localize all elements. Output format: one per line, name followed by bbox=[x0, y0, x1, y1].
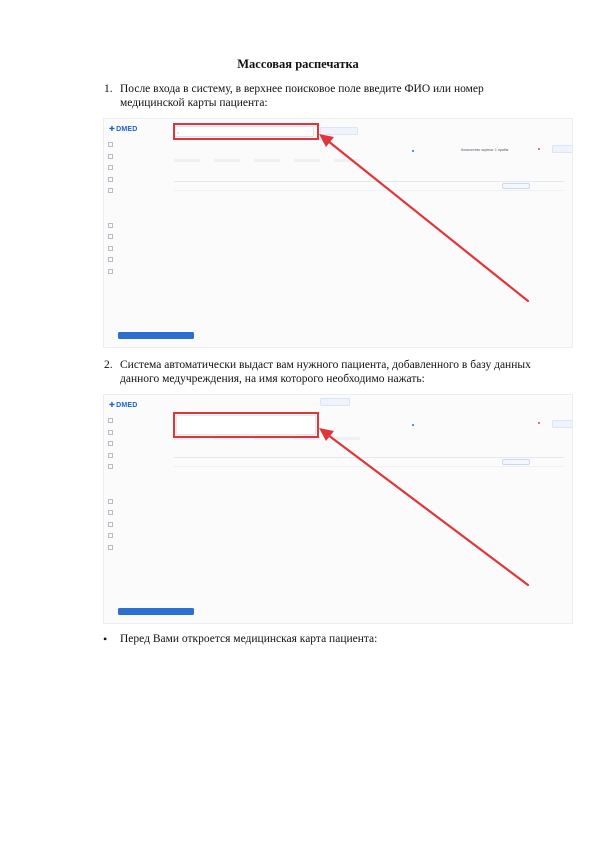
app-logo-text: DMED bbox=[116, 402, 138, 409]
bullet-symbol: • bbox=[103, 632, 108, 646]
patients-table-header bbox=[174, 449, 564, 458]
app-sidebar: ✚DMED bbox=[104, 119, 194, 347]
table-row[interactable] bbox=[174, 458, 564, 467]
toolbar-button[interactable] bbox=[320, 127, 358, 135]
menu-icon bbox=[108, 498, 113, 504]
sidebar-item[interactable] bbox=[108, 438, 164, 450]
menu-icon bbox=[108, 418, 113, 424]
bullet-text: Перед Вами откроется медицинская карта п… bbox=[120, 633, 378, 645]
app-main: ⌕ Количество оценки: 1 приём bbox=[166, 119, 572, 347]
row-action-button[interactable] bbox=[502, 183, 530, 189]
menu-icon bbox=[108, 464, 113, 470]
sidebar-subitem[interactable] bbox=[108, 484, 164, 496]
app-logo: ✚DMED bbox=[109, 125, 138, 133]
app-sidebar: ✚DMED bbox=[104, 395, 194, 623]
step-2-line-1: Система автоматически выдаст вам нужного… bbox=[120, 359, 531, 371]
filter-chip[interactable] bbox=[254, 159, 280, 162]
status-dot bbox=[412, 424, 414, 426]
app-logo: ✚DMED bbox=[109, 401, 138, 409]
sidebar-item[interactable] bbox=[108, 542, 164, 554]
sidebar-subitem[interactable] bbox=[108, 473, 164, 485]
step-1-line-1: После входа в систему, в верхнее поисков… bbox=[120, 83, 484, 95]
sidebar-item[interactable] bbox=[108, 496, 164, 508]
menu-icon bbox=[108, 165, 113, 171]
patients-table-header bbox=[174, 173, 564, 182]
filter-chip[interactable] bbox=[174, 159, 200, 162]
filter-chip[interactable] bbox=[334, 437, 360, 440]
menu-icon bbox=[108, 222, 113, 228]
filter-row bbox=[174, 159, 564, 165]
alert-dot bbox=[538, 422, 540, 424]
menu-icon bbox=[108, 234, 113, 240]
menu-icon bbox=[108, 142, 113, 148]
sidebar-item[interactable] bbox=[108, 220, 164, 232]
sidebar-item[interactable] bbox=[108, 254, 164, 266]
sidebar-item[interactable] bbox=[108, 174, 164, 186]
menu-icon bbox=[108, 176, 113, 182]
page-title: Массовая распечатка bbox=[237, 57, 359, 71]
sidebar-subitem[interactable] bbox=[108, 208, 164, 220]
screenshot-search-result: ✚DMED bbox=[103, 394, 573, 624]
sidebar-item[interactable] bbox=[108, 415, 164, 427]
medical-cross-icon: ✚ bbox=[109, 126, 116, 133]
menu-icon bbox=[108, 153, 113, 159]
menu-icon bbox=[108, 441, 113, 447]
menu-icon bbox=[108, 188, 113, 194]
app-logo-text: DMED bbox=[116, 126, 138, 133]
menu-icon bbox=[108, 533, 113, 539]
menu-icon bbox=[108, 268, 113, 274]
secondary-action-button[interactable] bbox=[552, 145, 572, 153]
medical-cross-icon: ✚ bbox=[109, 402, 116, 409]
sidebar-menu bbox=[108, 415, 164, 553]
sidebar-item[interactable] bbox=[108, 427, 164, 439]
step-2-line-2: данного медучреждения, на имя которого н… bbox=[120, 373, 425, 385]
toolbar-button[interactable] bbox=[320, 398, 350, 406]
menu-icon bbox=[108, 544, 113, 550]
menu-icon bbox=[108, 452, 113, 458]
filter-chip[interactable] bbox=[334, 159, 360, 162]
sidebar-item[interactable] bbox=[108, 519, 164, 531]
sidebar-subitem[interactable] bbox=[108, 197, 164, 209]
sidebar-item[interactable] bbox=[108, 151, 164, 163]
step-1-number: 1. bbox=[104, 83, 113, 95]
sidebar-item[interactable] bbox=[108, 139, 164, 151]
menu-icon bbox=[108, 510, 113, 516]
bullet-item: • Перед Вами откроется медицинская карта… bbox=[103, 632, 378, 646]
step-1: 1. После входа в систему, в верхнее поис… bbox=[104, 82, 544, 110]
screenshot-search: ✚DMED ⌕ Количество оценки: 1 приём bbox=[103, 118, 573, 348]
sidebar-item[interactable] bbox=[108, 266, 164, 278]
row-action-button[interactable] bbox=[502, 459, 530, 465]
filter-chip[interactable] bbox=[294, 159, 320, 162]
menu-icon bbox=[108, 257, 113, 263]
visit-count-label: Количество оценки: 1 приём bbox=[461, 148, 509, 152]
sidebar-item[interactable] bbox=[108, 450, 164, 462]
sidebar-item[interactable] bbox=[108, 461, 164, 473]
table-row[interactable] bbox=[174, 182, 564, 191]
alert-dot bbox=[538, 148, 540, 150]
sidebar-item[interactable] bbox=[108, 243, 164, 255]
menu-icon bbox=[108, 429, 113, 435]
sidebar-item[interactable] bbox=[108, 231, 164, 243]
step-2-number: 2. bbox=[104, 359, 113, 371]
step-2: 2. Система автоматически выдаст вам нужн… bbox=[104, 358, 544, 386]
sidebar-item[interactable] bbox=[108, 507, 164, 519]
filter-chip[interactable] bbox=[214, 159, 240, 162]
secondary-action-button[interactable] bbox=[552, 420, 572, 428]
search-highlight-frame bbox=[173, 123, 319, 140]
menu-icon bbox=[108, 245, 113, 251]
menu-icon bbox=[108, 521, 113, 527]
sidebar-item[interactable] bbox=[108, 162, 164, 174]
sidebar-menu bbox=[108, 139, 164, 277]
step-1-line-2: медицинской карты пациента: bbox=[120, 97, 268, 109]
status-dot bbox=[412, 150, 414, 152]
sidebar-item[interactable] bbox=[108, 530, 164, 542]
result-highlight-frame bbox=[173, 412, 319, 438]
sidebar-item[interactable] bbox=[108, 185, 164, 197]
